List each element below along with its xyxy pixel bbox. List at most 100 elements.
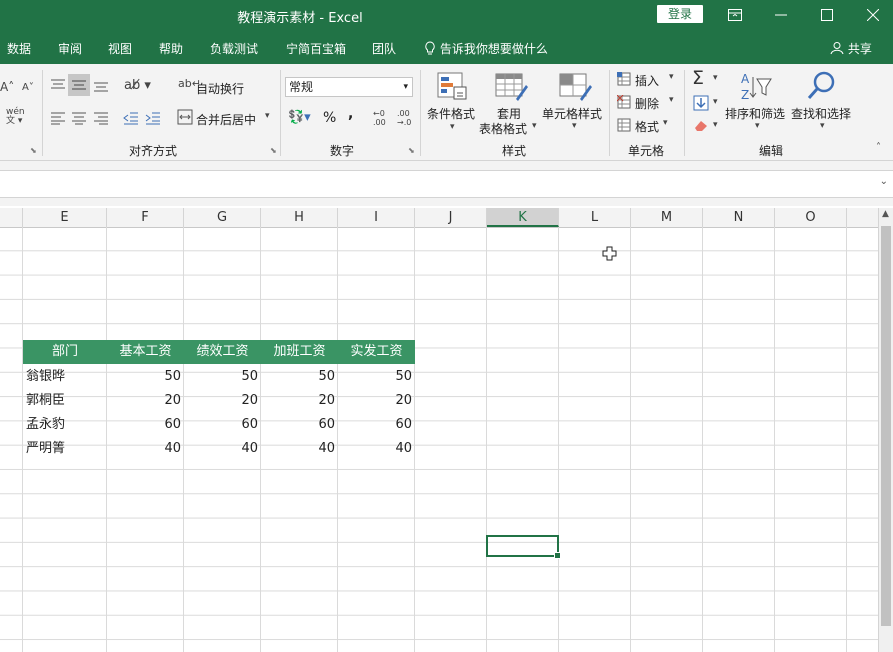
find-select-button[interactable]: 查找和选择 (791, 105, 851, 122)
insert-button[interactable]: 插入 (635, 72, 659, 89)
clear-eraser-icon[interactable] (693, 118, 709, 132)
tab-review[interactable]: 审阅 (58, 40, 82, 57)
column-header-f[interactable]: F (107, 208, 184, 227)
delete-button[interactable]: 删除 (635, 95, 659, 112)
tab-help[interactable]: 帮助 (159, 40, 183, 57)
table-header-cell[interactable]: 部门 (23, 340, 107, 364)
alignment-launcher-icon[interactable]: ⬊ (270, 146, 277, 155)
column-header-k[interactable]: K (487, 208, 559, 227)
format-cells-icon[interactable] (617, 118, 631, 132)
column-header-h[interactable]: H (261, 208, 338, 227)
column-header-l[interactable]: L (559, 208, 631, 227)
comma-style-button[interactable]: , (348, 106, 353, 122)
insert-dropdown-icon[interactable]: ▾ (669, 72, 674, 82)
accounting-format-icon[interactable]: 💱▾ (288, 110, 311, 125)
format-button[interactable]: 格式 (635, 118, 659, 135)
column-header-m[interactable]: M (631, 208, 703, 227)
column-header-o[interactable]: O (775, 208, 847, 227)
expand-formula-icon[interactable]: ⌄ (880, 176, 888, 187)
share-button[interactable]: 共享 (830, 40, 872, 57)
table-cell[interactable]: 40 (107, 437, 184, 461)
cell-styles-button[interactable]: 单元格样式 (542, 105, 602, 122)
format-dropdown-icon[interactable]: ▾ (663, 118, 668, 128)
scroll-thumb[interactable] (881, 226, 891, 626)
insert-cells-icon[interactable] (617, 72, 631, 86)
table-cell[interactable]: 翁银晔 (23, 365, 107, 389)
tab-view[interactable]: 视图 (108, 40, 132, 57)
table-cell[interactable]: 20 (261, 389, 338, 413)
merge-center-button[interactable]: 合并后居中 (196, 111, 256, 128)
minimize-icon[interactable] (758, 0, 804, 30)
table-cell[interactable]: 40 (261, 437, 338, 461)
table-cell[interactable]: 孟永豹 (23, 413, 107, 437)
table-cell[interactable]: 20 (107, 389, 184, 413)
decrease-font-icon[interactable]: A˅ (22, 82, 34, 93)
table-cell[interactable]: 40 (338, 437, 415, 461)
number-launcher-icon[interactable]: ⬊ (408, 146, 415, 155)
increase-indent-icon[interactable] (145, 111, 161, 125)
formula-bar[interactable]: ⌄ (0, 170, 893, 198)
align-middle-button[interactable] (68, 74, 90, 96)
table-format-dropdown-icon[interactable]: ▾ (532, 121, 537, 131)
find-dropdown-icon[interactable]: ▾ (820, 121, 825, 131)
tab-data[interactable]: 数据 (7, 40, 31, 57)
table-cell[interactable]: 40 (184, 437, 261, 461)
collapse-ribbon-icon[interactable]: ˄ (876, 142, 881, 153)
table-header-cell[interactable]: 基本工资 (107, 340, 184, 364)
table-header-cell[interactable]: 绩效工资 (184, 340, 261, 364)
tab-toolbox[interactable]: 宁简百宝箱 (286, 40, 346, 57)
clear-dropdown-icon[interactable]: ▾ (713, 120, 718, 130)
merge-center-icon[interactable] (177, 109, 193, 125)
column-header-i[interactable]: I (338, 208, 415, 227)
align-bottom-icon[interactable] (93, 78, 109, 92)
table-header-cell[interactable]: 实发工资 (338, 340, 415, 364)
decrease-indent-icon[interactable] (123, 111, 139, 125)
cond-dropdown-icon[interactable]: ▾ (450, 122, 455, 132)
autosum-dropdown-icon[interactable]: ▾ (713, 73, 718, 83)
increase-font-icon[interactable]: A˄ (0, 80, 14, 94)
fill-icon[interactable] (693, 95, 709, 111)
maximize-icon[interactable] (804, 0, 850, 30)
table-cell[interactable]: 20 (338, 389, 415, 413)
format-as-table-icon[interactable] (494, 71, 528, 101)
cell-styles-dropdown-icon[interactable]: ▾ (572, 121, 577, 131)
sort-filter-button[interactable]: 排序和筛选 (725, 105, 785, 122)
active-cell-selection[interactable] (486, 535, 561, 559)
delete-cells-icon[interactable] (617, 95, 631, 109)
column-header-j[interactable]: J (415, 208, 487, 227)
phonetic-icon[interactable]: wén 文 ▾ (6, 108, 25, 126)
column-header-e[interactable]: E (23, 208, 107, 227)
table-cell[interactable]: 50 (338, 365, 415, 389)
orientation-icon[interactable]: ab̸ ▾ (124, 78, 151, 93)
vertical-scrollbar[interactable]: ▲ (878, 208, 893, 652)
align-top-icon[interactable] (50, 78, 66, 92)
tab-team[interactable]: 团队 (372, 40, 396, 57)
cell-styles-icon[interactable] (558, 71, 592, 101)
login-button[interactable]: 登录 (657, 5, 703, 23)
table-cell[interactable]: 严明箐 (23, 437, 107, 461)
tell-me-search[interactable]: 告诉我你想要做什么 (424, 40, 548, 57)
table-cell[interactable]: 60 (184, 413, 261, 437)
wrap-text-button[interactable]: 自动换行 (196, 80, 244, 97)
column-header-n[interactable]: N (703, 208, 775, 227)
find-select-icon[interactable] (806, 70, 836, 102)
merge-dropdown-icon[interactable]: ▾ (265, 111, 270, 121)
sort-dropdown-icon[interactable]: ▾ (755, 121, 760, 131)
percent-style-button[interactable]: % (323, 110, 336, 126)
fill-handle[interactable] (554, 552, 561, 559)
autosum-icon[interactable]: Σ (692, 67, 704, 89)
tab-loadtest[interactable]: 负载测试 (210, 40, 258, 57)
number-format-select[interactable]: 常规 ▾ (285, 77, 413, 97)
decrease-decimal-icon[interactable]: .00 →.0 (397, 109, 411, 127)
table-format-button[interactable]: 表格格式 (479, 120, 527, 137)
sort-filter-icon[interactable]: A Z (739, 71, 773, 101)
table-cell[interactable]: 20 (184, 389, 261, 413)
table-cell[interactable]: 60 (107, 413, 184, 437)
ribbon-display-icon[interactable] (712, 0, 758, 30)
table-cell[interactable]: 50 (107, 365, 184, 389)
delete-dropdown-icon[interactable]: ▾ (669, 95, 674, 105)
table-cell[interactable]: 60 (338, 413, 415, 437)
table-header-cell[interactable]: 加班工资 (261, 340, 338, 364)
table-cell[interactable]: 郭桐臣 (23, 389, 107, 413)
conditional-format-icon[interactable] (436, 71, 468, 101)
